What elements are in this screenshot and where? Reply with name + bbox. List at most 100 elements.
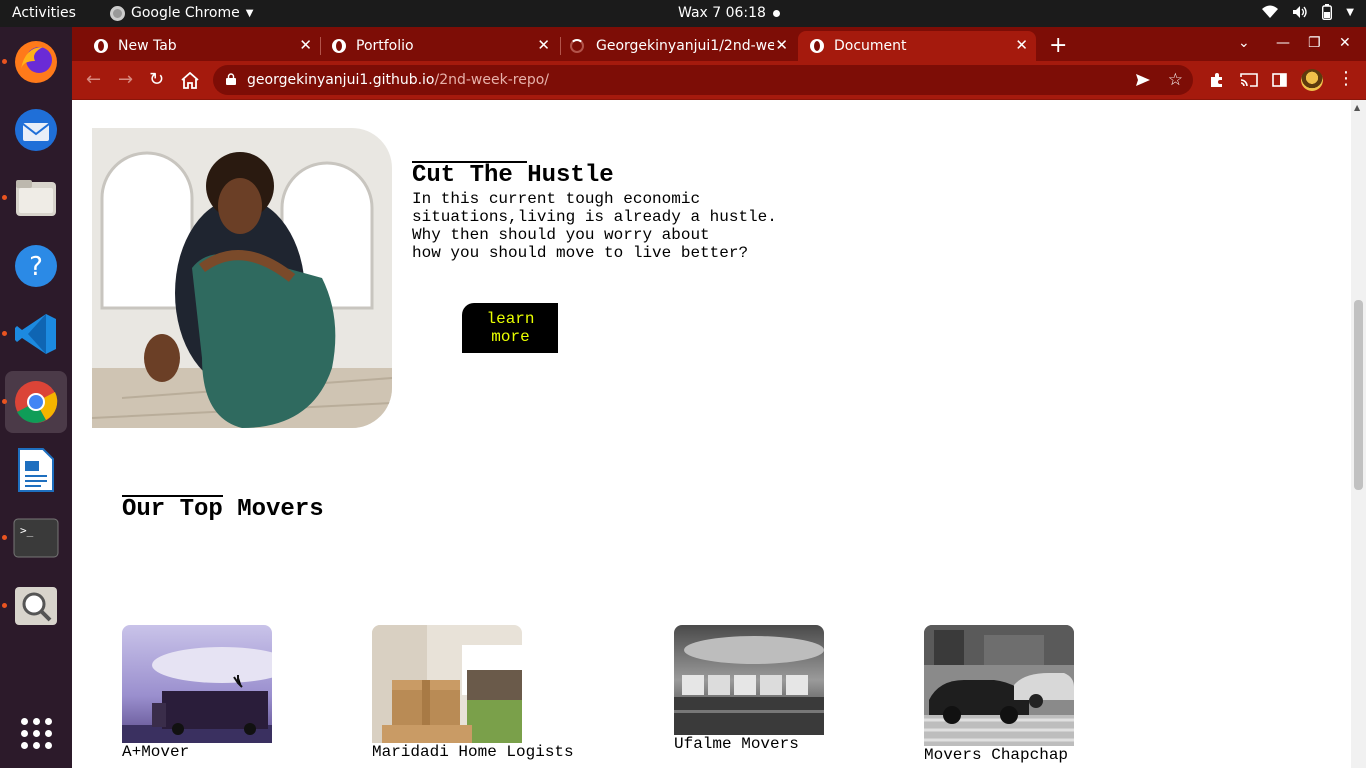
mover-image	[674, 625, 824, 735]
hero-description: In this current tough economic situation…	[412, 190, 777, 262]
running-indicator	[2, 195, 7, 200]
close-icon[interactable]: ✕	[1015, 36, 1028, 54]
url-path: /2nd-week-repo/	[434, 72, 550, 88]
show-apps-icon	[20, 717, 52, 749]
dock-thunderbird[interactable]	[5, 99, 67, 161]
wifi-icon	[1262, 5, 1279, 18]
running-indicator	[2, 331, 7, 336]
back-button[interactable]: ←	[86, 69, 101, 90]
mover-card[interactable]: Maridadi Home Logists	[372, 625, 574, 761]
globe-icon	[332, 39, 346, 53]
browser-toolbar: ← → ↻ georgekinyanjui1.github.io/2nd-wee…	[72, 61, 1366, 100]
cast-icon[interactable]	[1240, 73, 1258, 87]
dock-writer[interactable]	[5, 439, 67, 501]
mover-name: Ufalme Movers	[674, 735, 799, 753]
running-indicator	[2, 59, 7, 64]
running-indicator	[2, 535, 7, 540]
tab-title: Georgekinyanjui1/2nd-we	[596, 38, 774, 54]
dock: ? >_	[0, 27, 72, 768]
new-tab-button[interactable]: +	[1049, 33, 1067, 58]
url-host: georgekinyanjui1.github.io	[247, 72, 435, 88]
extensions-icon[interactable]	[1209, 72, 1225, 88]
system-top-bar: Activities Google Chrome ▼ Wax 7 06:18 ▼	[0, 0, 1366, 27]
dock-files[interactable]	[2, 167, 67, 229]
chrome-favicon-icon	[94, 39, 108, 53]
close-icon[interactable]: ✕	[299, 36, 312, 54]
dock-vscode[interactable]	[2, 303, 67, 365]
notification-dot-icon	[773, 10, 780, 17]
tab-separator	[320, 37, 321, 55]
app-name: Google Chrome	[131, 5, 240, 21]
firefox-icon	[15, 41, 57, 83]
thunderbird-icon	[15, 109, 57, 151]
minimize-button[interactable]: —	[1276, 35, 1290, 51]
tab-title: Portfolio	[356, 38, 414, 54]
reload-button[interactable]: ↻	[149, 69, 164, 90]
mover-name: Maridadi Home Logists	[372, 743, 574, 761]
page-scrollbar[interactable]: ▲	[1351, 100, 1366, 768]
movers-section-title: Our Top Movers	[122, 496, 324, 523]
activities-button[interactable]: Activities	[12, 5, 76, 21]
mover-card[interactable]: Ufalme Movers	[674, 625, 824, 753]
terminal-icon: >_	[13, 518, 59, 558]
tab-new-tab[interactable]: New Tab ✕	[80, 31, 320, 61]
svg-text:?: ?	[29, 252, 43, 282]
maximize-button[interactable]: ❐	[1308, 35, 1321, 51]
mover-name: A+Mover	[122, 743, 190, 761]
side-panel-icon[interactable]	[1272, 73, 1287, 87]
volume-icon	[1293, 6, 1307, 18]
home-button[interactable]	[181, 72, 199, 89]
mover-image	[372, 625, 522, 743]
running-indicator	[2, 399, 7, 404]
chrome-icon	[15, 381, 58, 423]
dock-search-tool[interactable]	[2, 575, 67, 637]
address-bar[interactable]: georgekinyanjui1.github.io/2nd-week-repo…	[213, 65, 1193, 95]
chevron-down-icon: ▼	[245, 7, 254, 19]
close-icon[interactable]: ✕	[537, 36, 550, 54]
chevron-down-icon: ▼	[1346, 6, 1354, 18]
tab-portfolio[interactable]: Portfolio ✕	[322, 31, 558, 61]
search-tool-icon	[15, 587, 57, 625]
learn-more-label: learn more	[486, 310, 535, 346]
forward-button[interactable]: →	[118, 69, 133, 90]
writer-icon	[18, 448, 54, 492]
lock-icon[interactable]	[226, 73, 236, 85]
web-page: Cut The Hustle In this current tough eco…	[72, 100, 1351, 768]
dock-firefox[interactable]	[2, 31, 67, 93]
bookmark-star-icon[interactable]: ☆	[1168, 70, 1183, 90]
tab-document[interactable]: Document ✕	[798, 31, 1036, 61]
app-menu[interactable]: Google Chrome ▼	[110, 5, 253, 21]
dock-chrome[interactable]	[2, 371, 67, 433]
help-icon: ?	[15, 245, 57, 287]
tab-strip: New Tab ✕ Portfolio ✕ Georgekinyanjui1/2…	[72, 27, 1366, 61]
tab-github[interactable]: Georgekinyanjui1/2nd-we ✕	[562, 31, 796, 61]
clock[interactable]: Wax 7 06:18	[678, 5, 766, 21]
menu-icon[interactable]: ⋮	[1337, 68, 1355, 89]
tab-title: Document	[834, 38, 907, 54]
dock-help[interactable]: ?	[5, 235, 67, 297]
mover-card[interactable]: Movers Chapchap	[924, 625, 1074, 764]
scroll-up-icon[interactable]: ▲	[1354, 103, 1360, 112]
mover-image	[122, 625, 272, 743]
battery-icon	[1322, 4, 1333, 20]
learn-more-button[interactable]: learn more	[462, 303, 558, 353]
show-apps-button[interactable]	[5, 702, 67, 764]
scrollbar-thumb[interactable]	[1354, 300, 1363, 490]
hero-image	[92, 128, 392, 428]
send-icon[interactable]	[1135, 73, 1151, 87]
mover-card[interactable]: A+Mover	[122, 625, 272, 761]
close-icon[interactable]: ✕	[775, 36, 788, 54]
svg-text:>_: >_	[20, 524, 34, 537]
tab-title: New Tab	[118, 38, 177, 54]
running-indicator	[2, 603, 7, 608]
loading-spinner-icon	[570, 39, 584, 53]
hero-title: Cut The Hustle	[412, 162, 614, 189]
tab-separator	[560, 37, 561, 55]
dock-terminal[interactable]: >_	[2, 507, 67, 569]
chrome-app-icon	[110, 5, 125, 21]
profile-avatar[interactable]	[1301, 69, 1323, 91]
tab-search-button[interactable]: ⌄	[1238, 35, 1250, 51]
close-window-button[interactable]: ✕	[1339, 35, 1351, 51]
system-tray[interactable]: ▼	[1262, 4, 1354, 20]
globe-icon	[810, 39, 824, 53]
